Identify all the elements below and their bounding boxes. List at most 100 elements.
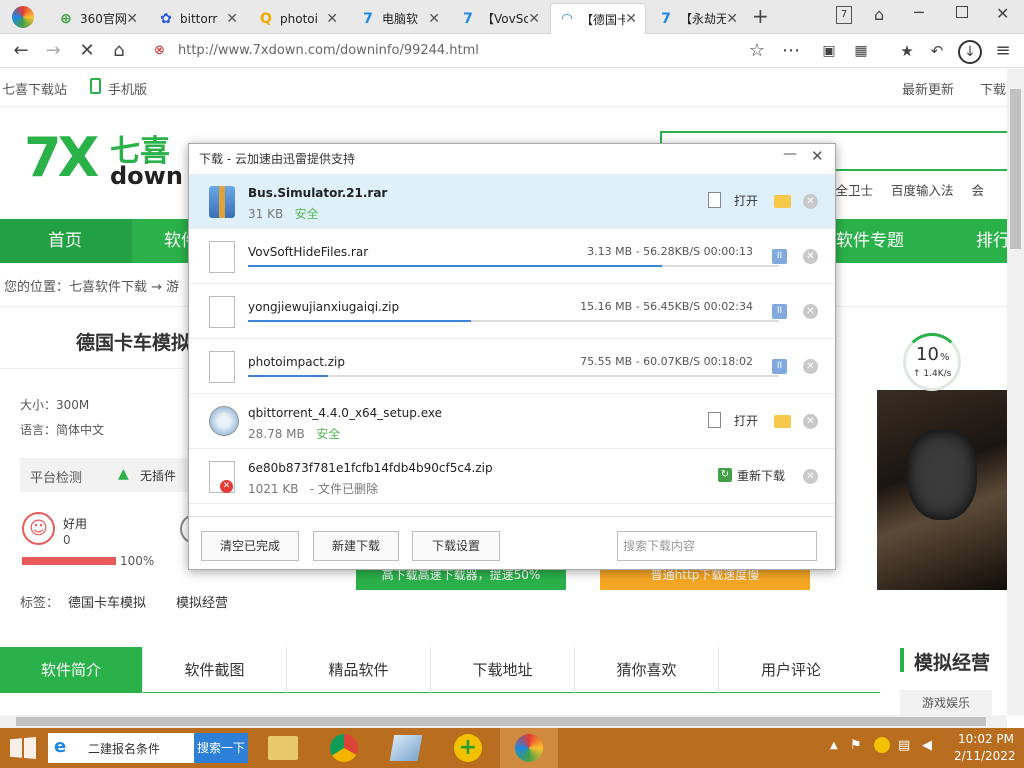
- apps-icon[interactable]: ▦: [850, 40, 872, 62]
- app-icon[interactable]: [389, 735, 423, 761]
- download-item[interactable]: ✕ 6e80b873f781e1fcfb14fdb4b90cf5c4.zip 1…: [189, 449, 835, 504]
- download-search-input[interactable]: 搜索下载内容: [617, 531, 817, 561]
- taskbar-search-button[interactable]: 搜索一下: [194, 733, 248, 763]
- tab-german-truck[interactable]: ◠ 【德国卡 ✕: [550, 3, 646, 34]
- game-cover-image[interactable]: [877, 390, 1007, 590]
- file-icon[interactable]: [708, 412, 721, 428]
- tab-pc-software[interactable]: 7 电脑软 ✕: [352, 3, 448, 34]
- taskbar-search-input[interactable]: e 二建报名条件: [48, 733, 194, 763]
- close-icon[interactable]: ✕: [126, 11, 138, 27]
- redownload-icon[interactable]: ↻: [718, 468, 732, 482]
- tray-flag-icon[interactable]: ⚑: [850, 738, 862, 753]
- close-icon[interactable]: ✕: [528, 11, 540, 27]
- tag-link[interactable]: 德国卡车模拟: [68, 592, 146, 611]
- download-settings-button[interactable]: 下载设置: [412, 531, 500, 561]
- smile-icon[interactable]: ☺: [22, 512, 55, 545]
- download-item[interactable]: Bus.Simulator.21.rar 31 KB 安全 打开 ✕: [189, 174, 835, 229]
- close-icon[interactable]: ✕: [428, 11, 440, 27]
- hot-link[interactable]: 会: [971, 183, 984, 198]
- remove-icon[interactable]: ✕: [803, 194, 818, 209]
- vertical-scrollbar[interactable]: [1007, 69, 1024, 715]
- clock-time[interactable]: 10:02 PM: [958, 732, 1014, 746]
- undo-icon[interactable]: ↶: [926, 40, 948, 62]
- site-logo[interactable]: 7X 七喜 down: [24, 126, 194, 194]
- tab-featured[interactable]: 精品软件: [287, 647, 431, 693]
- close-icon[interactable]: ✕: [326, 11, 338, 27]
- download-item[interactable]: yongjiewujianxiugaiqi.zip 15.16 MB - 56.…: [189, 284, 835, 339]
- close-icon[interactable]: ✕: [811, 147, 824, 165]
- close-icon[interactable]: ✕: [726, 11, 738, 27]
- new-tab-icon[interactable]: +: [752, 4, 769, 28]
- remove-icon[interactable]: ✕: [803, 469, 818, 484]
- chrome-icon[interactable]: [330, 734, 358, 762]
- pause-icon[interactable]: II: [772, 304, 787, 319]
- open-button[interactable]: 打开: [734, 192, 758, 209]
- stop-icon[interactable]: ✕: [76, 40, 98, 62]
- tab-vovsoft[interactable]: 7 【VovSo ✕: [452, 3, 548, 34]
- tab-360[interactable]: ⊕ 360官网 ✕: [50, 3, 146, 34]
- restore-icon[interactable]: [956, 6, 968, 18]
- new-download-button[interactable]: 新建下载: [313, 531, 399, 561]
- favorites-icon[interactable]: ★: [896, 40, 918, 62]
- file-icon[interactable]: [708, 192, 721, 208]
- reader-icon[interactable]: ▣: [818, 40, 840, 62]
- 360-icon[interactable]: +: [454, 734, 482, 762]
- tab-bittorrent[interactable]: ✿ bittorr ✕: [150, 3, 246, 34]
- tab-naraka[interactable]: 7 【永劫无 ✕: [650, 3, 746, 34]
- download-link[interactable]: 下载: [980, 79, 1006, 98]
- more-icon[interactable]: ⋯: [780, 40, 802, 62]
- forward-icon[interactable]: →: [42, 40, 64, 62]
- star-icon[interactable]: ☆: [746, 40, 768, 62]
- scroll-thumb[interactable]: [16, 717, 986, 726]
- tab-screenshots[interactable]: 软件截图: [143, 647, 287, 693]
- download-item[interactable]: VovSoftHideFiles.rar 3.13 MB - 56.28KB/S…: [189, 229, 835, 284]
- tab-comments[interactable]: 用户评论: [719, 647, 863, 693]
- browser-logo-icon[interactable]: [12, 6, 34, 28]
- nav-home[interactable]: 首页: [48, 219, 82, 263]
- download-item[interactable]: photoimpact.zip 75.55 MB - 60.07KB/S 00:…: [189, 339, 835, 394]
- redownload-button[interactable]: 重新下载: [737, 467, 785, 484]
- download-icon[interactable]: ↓: [958, 40, 982, 64]
- url-field[interactable]: ⊗ http://www.7xdown.com/downinfo/99244.ht…: [150, 39, 810, 63]
- tray-expand-icon[interactable]: ▲: [830, 740, 838, 751]
- minimize-icon[interactable]: —: [783, 146, 797, 162]
- minimize-icon[interactable]: ─: [914, 3, 924, 22]
- folder-icon[interactable]: [774, 415, 791, 428]
- home-icon[interactable]: ⌂: [108, 40, 130, 62]
- browser-logo-icon[interactable]: [515, 734, 543, 762]
- tab-photoimpact[interactable]: Qphotoi ✕: [250, 3, 346, 34]
- speed-widget[interactable]: 10 % ↑ 1.4K/s: [903, 333, 961, 391]
- clock-date[interactable]: 2/11/2022: [954, 749, 1016, 763]
- horizontal-scrollbar[interactable]: [0, 715, 1007, 728]
- tag-link[interactable]: 模拟经营: [176, 592, 228, 611]
- window-close-icon[interactable]: ✕: [996, 4, 1009, 23]
- shirt-icon[interactable]: ⌂: [874, 5, 884, 24]
- tray-volume-icon[interactable]: ◀: [922, 738, 932, 753]
- hot-link[interactable]: 百度输入法: [891, 183, 954, 198]
- clear-completed-button[interactable]: 清空已完成: [201, 531, 299, 561]
- tab-recommend[interactable]: 猜你喜欢: [575, 647, 719, 693]
- remove-icon[interactable]: ✕: [803, 414, 818, 429]
- tray-360-icon[interactable]: [874, 737, 890, 753]
- pause-icon[interactable]: II: [772, 249, 787, 264]
- scroll-thumb[interactable]: [1010, 89, 1021, 249]
- remove-icon[interactable]: ✕: [803, 359, 818, 374]
- windows-start-icon[interactable]: [10, 737, 36, 759]
- nav-ranking[interactable]: 排行: [976, 219, 1010, 263]
- tab-count-icon[interactable]: 7: [836, 6, 852, 24]
- tray-network-icon[interactable]: ▤: [898, 738, 910, 753]
- download-item[interactable]: qbittorrent_4.4.0_x64_setup.exe 28.78 MB…: [189, 394, 835, 449]
- side-item[interactable]: 游戏娱乐: [900, 690, 992, 716]
- close-icon[interactable]: ✕: [625, 11, 637, 27]
- back-icon[interactable]: ←: [10, 40, 32, 62]
- close-icon[interactable]: ✕: [226, 11, 238, 27]
- site-name-link[interactable]: 七喜下载站: [2, 79, 67, 98]
- latest-update-link[interactable]: 最新更新: [902, 79, 954, 98]
- tab-download-address[interactable]: 下载地址: [431, 647, 575, 693]
- folder-icon[interactable]: [774, 195, 791, 208]
- menu-icon[interactable]: ≡: [992, 40, 1014, 62]
- mobile-link[interactable]: 手机版: [108, 79, 147, 98]
- remove-icon[interactable]: ✕: [803, 304, 818, 319]
- tab-intro[interactable]: 软件简介: [0, 647, 143, 693]
- nav-topics[interactable]: 软件专题: [836, 219, 904, 263]
